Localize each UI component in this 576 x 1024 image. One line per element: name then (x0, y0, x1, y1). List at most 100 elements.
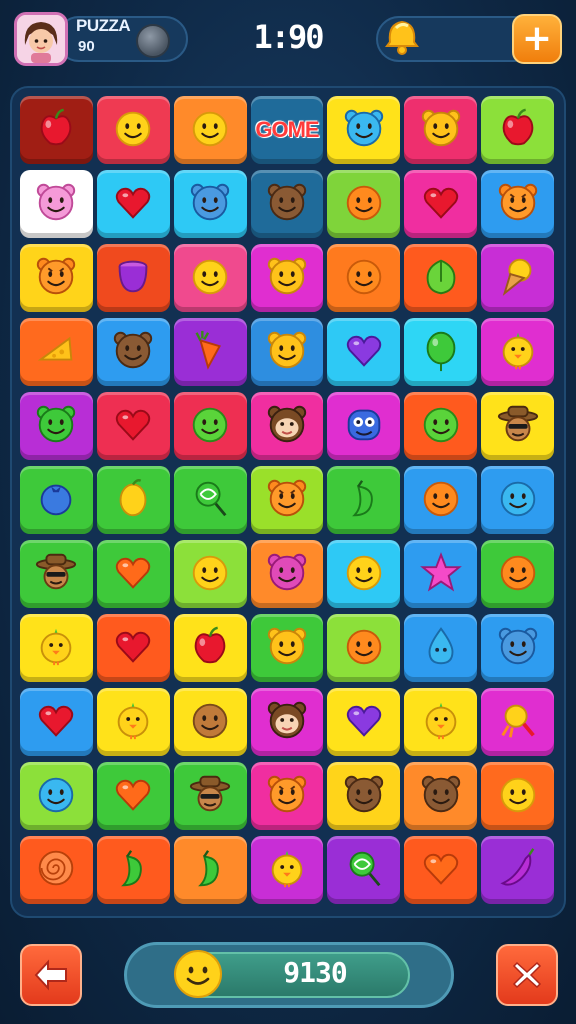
board-tile[interactable] (404, 170, 478, 238)
ice-cream-cone-icon (495, 253, 541, 303)
board-tile[interactable] (20, 96, 93, 164)
orange-heart-icon (110, 771, 156, 821)
board-tile[interactable] (173, 96, 247, 164)
board-tile[interactable] (250, 318, 324, 386)
orange-face-icon (495, 549, 541, 599)
board-tile[interactable] (481, 614, 554, 682)
board-tile[interactable] (481, 170, 554, 238)
board-tile[interactable] (173, 392, 247, 460)
board-tile[interactable] (404, 614, 478, 682)
yellow-chick-icon (495, 327, 541, 377)
add-currency-button[interactable]: + (512, 14, 562, 64)
board-tile[interactable] (20, 836, 93, 904)
board-tile[interactable] (481, 836, 554, 904)
board-tile[interactable] (20, 392, 93, 460)
board-tile[interactable] (327, 540, 401, 608)
board-tile[interactable] (404, 688, 478, 756)
board-tile[interactable] (481, 466, 554, 534)
board-tile[interactable] (96, 836, 170, 904)
board-tile[interactable] (404, 244, 478, 312)
board-tile[interactable] (404, 318, 478, 386)
board-tile[interactable] (481, 540, 554, 608)
board-tile[interactable] (327, 688, 401, 756)
board-tile[interactable] (96, 96, 170, 164)
board-tile[interactable] (481, 318, 554, 386)
board-tile[interactable] (20, 318, 93, 386)
board-tile[interactable] (404, 762, 478, 830)
back-button[interactable] (20, 944, 82, 1006)
board-tile[interactable] (173, 540, 247, 608)
close-button[interactable] (496, 944, 558, 1006)
board-tile[interactable] (96, 614, 170, 682)
board-tile[interactable] (173, 466, 247, 534)
board-tile[interactable] (173, 762, 247, 830)
board-tile[interactable] (327, 170, 401, 238)
board-tile[interactable] (327, 96, 401, 164)
board-tile[interactable] (327, 614, 401, 682)
board-tile[interactable] (250, 466, 324, 534)
board-tile[interactable] (96, 466, 170, 534)
blue-blueberry-icon (33, 475, 79, 525)
red-heart-icon (110, 179, 156, 229)
board-tile[interactable] (250, 392, 324, 460)
board-tile[interactable] (481, 392, 554, 460)
board-tile[interactable] (20, 614, 93, 682)
avatar[interactable] (14, 12, 68, 66)
board-tile[interactable] (404, 392, 478, 460)
board-tile[interactable] (327, 392, 401, 460)
smiley-face-icon (187, 105, 233, 155)
board-tile[interactable] (20, 540, 93, 608)
board-tile[interactable] (96, 244, 170, 312)
board-tile[interactable] (173, 836, 247, 904)
pink-star-icon (418, 549, 464, 599)
pink-cat-face-icon (33, 179, 79, 229)
board-tile[interactable] (327, 318, 401, 386)
board-tile[interactable] (96, 318, 170, 386)
board-tile[interactable] (20, 244, 93, 312)
board-tile[interactable] (481, 244, 554, 312)
board-tile[interactable] (173, 614, 247, 682)
board-tile[interactable] (20, 466, 93, 534)
player-score: 90 (78, 38, 95, 55)
brown-bear-face-icon (264, 179, 310, 229)
board-tile[interactable] (96, 170, 170, 238)
board-tile[interactable] (173, 318, 247, 386)
board-tile[interactable] (250, 762, 324, 830)
board-tile[interactable] (327, 244, 401, 312)
board-tile[interactable] (404, 466, 478, 534)
board-tile[interactable] (20, 688, 93, 756)
board-tile[interactable] (481, 688, 554, 756)
board-tile[interactable] (404, 540, 478, 608)
toggle-knob[interactable] (136, 24, 170, 58)
board-tile[interactable] (96, 762, 170, 830)
board-tile[interactable] (20, 170, 93, 238)
board-tile[interactable] (250, 540, 324, 608)
board-tile[interactable] (481, 762, 554, 830)
brown-bear-face-icon (110, 327, 156, 377)
board-tile[interactable] (250, 688, 324, 756)
board-tile[interactable] (96, 540, 170, 608)
board-tile[interactable] (327, 466, 401, 534)
board-tile[interactable]: GOME (250, 96, 324, 164)
green-face-icon (187, 401, 233, 451)
board-tile[interactable] (173, 244, 247, 312)
board-tile[interactable] (173, 688, 247, 756)
board-tile[interactable] (404, 96, 478, 164)
red-apple-icon (495, 105, 541, 155)
board-tile[interactable] (96, 392, 170, 460)
board-tile[interactable] (173, 170, 247, 238)
board-tile[interactable] (250, 836, 324, 904)
board-tile[interactable] (20, 762, 93, 830)
purple-heart-icon (341, 697, 387, 747)
board-tile[interactable] (481, 96, 554, 164)
board-tile[interactable] (250, 244, 324, 312)
board-tile[interactable] (250, 614, 324, 682)
blue-monster-face-icon (341, 401, 387, 451)
board-tile[interactable] (404, 836, 478, 904)
board-tile[interactable] (327, 836, 401, 904)
game-sign-label: GOME (255, 117, 319, 142)
red-heart-icon (110, 623, 156, 673)
board-tile[interactable] (96, 688, 170, 756)
board-tile[interactable] (327, 762, 401, 830)
board-tile[interactable] (250, 170, 324, 238)
